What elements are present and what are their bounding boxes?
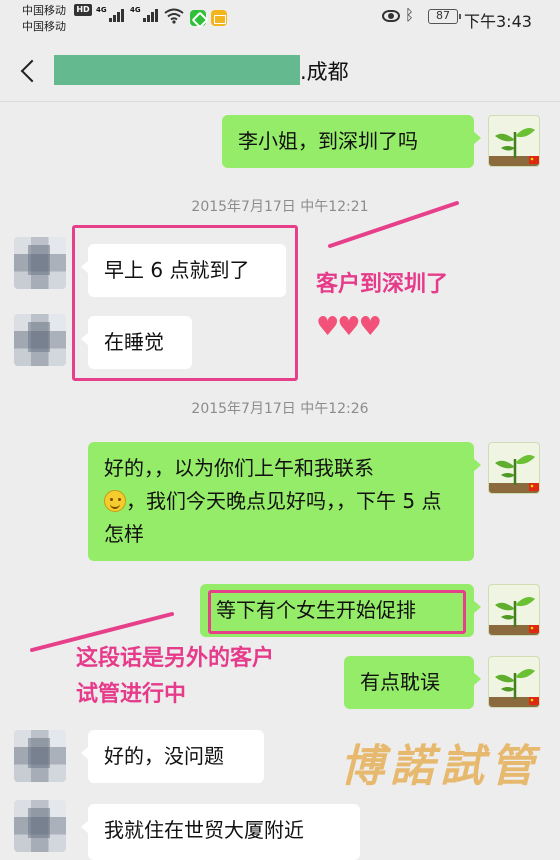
signal-icon-1: 4G [96, 6, 124, 22]
mail-notification-icon [211, 10, 227, 26]
battery-icon: 87 [428, 9, 461, 24]
contact-avatar[interactable] [14, 800, 66, 852]
message-text: 李小姐，到深圳了吗 [238, 129, 418, 153]
wifi-icon [164, 8, 184, 24]
plant-sprout-icon [489, 669, 539, 707]
contact-avatar[interactable] [14, 237, 66, 289]
carrier-label-1: 中国移动 [22, 4, 66, 17]
eye-comfort-icon [382, 10, 400, 22]
message-bubble-other[interactable]: 好的，没问题 [81, 730, 264, 783]
contact-avatar[interactable] [14, 314, 66, 366]
self-avatar[interactable] [488, 442, 540, 494]
bluetooth-icon: ᛒ [405, 6, 415, 24]
message-text: 好的，，以为你们上午和我联系 [104, 456, 374, 480]
message-timestamp: 2015年7月17日 中午12:21 [191, 199, 369, 215]
self-avatar[interactable] [488, 584, 540, 636]
plant-sprout-icon [489, 455, 539, 493]
message-bubble-self[interactable]: 有点耽误 [344, 656, 481, 709]
message-text: ，我们今天晚点见好吗，，下午 5 点怎样 [104, 489, 442, 546]
message-text: 我就住在世贸大厦附近 [104, 818, 304, 842]
message-timestamp: 2015年7月17日 中午12:26 [191, 401, 369, 417]
chat-header: .成都 [0, 40, 560, 102]
message-bubble-self[interactable]: 好的，，以为你们上午和我联系 ，我们今天晚点见好吗，，下午 5 点怎样 [88, 442, 481, 561]
annotation-highlight-box [208, 590, 466, 634]
contact-avatar[interactable] [14, 730, 66, 782]
smile-emoji-icon [104, 490, 126, 512]
hd-badge: HD [74, 4, 92, 16]
watermark-logo: 博諾試管 [340, 741, 540, 792]
message-bubble-other[interactable]: 我就住在世贸大厦附近 [81, 804, 360, 860]
message-bubble-self[interactable]: 李小姐，到深圳了吗 [222, 115, 481, 168]
hearts-annotation: ♥♥♥ [316, 312, 382, 342]
annotation-note: 这段话是另外的客户 [76, 646, 275, 671]
annotation-note: 客户到深圳了 [316, 272, 449, 297]
contact-name-redaction [54, 55, 300, 85]
status-time: 下午3:43 [464, 12, 532, 31]
status-bar: 中国移动 HD 中国移动 4G 4G ᛒ 87 下午3:43 [0, 0, 560, 40]
annotation-note: 试管进行中 [76, 682, 187, 707]
plant-sprout-icon [489, 597, 539, 635]
self-avatar[interactable] [488, 656, 540, 708]
message-text: 好的，没问题 [104, 744, 224, 768]
wechat-notification-icon [190, 10, 206, 26]
chat-title[interactable]: .成都 [300, 56, 349, 86]
back-button[interactable] [16, 54, 46, 88]
signal-icon-2: 4G [130, 6, 158, 22]
network-type-2: 4G [130, 6, 141, 14]
plant-sprout-icon [489, 128, 539, 166]
annotation-highlight-box [72, 225, 298, 381]
self-avatar[interactable] [488, 115, 540, 167]
message-text: 有点耽误 [360, 670, 440, 694]
carrier-label-2: 中国移动 [22, 20, 66, 33]
network-type-1: 4G [96, 6, 107, 14]
